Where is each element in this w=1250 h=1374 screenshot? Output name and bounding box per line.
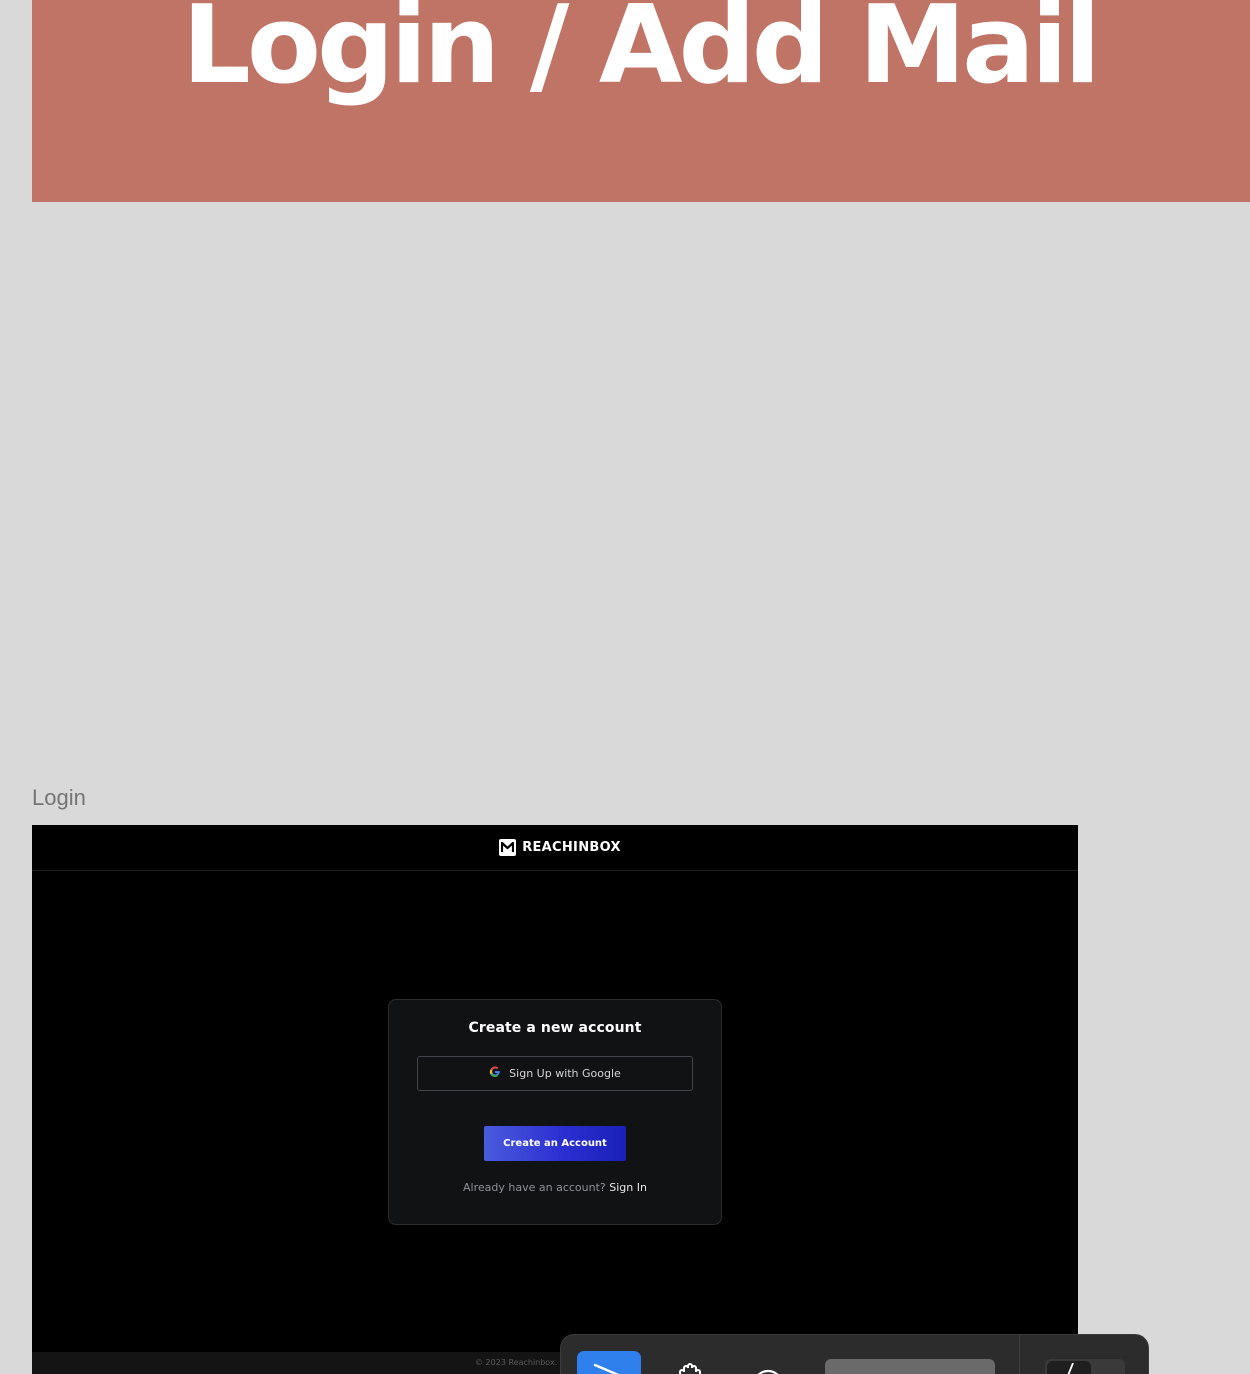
code-slash-icon bbox=[1063, 1362, 1075, 1374]
canvas-toolbar bbox=[560, 1334, 1149, 1374]
create-account-button[interactable]: Create an Account bbox=[484, 1126, 626, 1161]
hand-icon bbox=[675, 1363, 705, 1374]
signup-card: Create a new account Sign Up with Google… bbox=[388, 999, 722, 1225]
google-icon bbox=[489, 1065, 501, 1083]
signin-link[interactable]: Sign In bbox=[609, 1181, 647, 1194]
comment-tool-button[interactable] bbox=[751, 1365, 785, 1374]
actions-button[interactable] bbox=[825, 1359, 995, 1374]
section-banner: Login / Add Mail bbox=[32, 0, 1250, 202]
google-signup-label: Sign Up with Google bbox=[509, 1067, 621, 1080]
design-canvas: Login / Add Mail Login REACHINBOX Create… bbox=[0, 0, 1250, 1374]
footer-copyright: © 2023 Reachinbox. bbox=[475, 1358, 558, 1367]
signin-line: Already have an account? Sign In bbox=[389, 1181, 721, 1194]
hand-tool-button[interactable] bbox=[675, 1363, 705, 1374]
cursor-arrow-icon bbox=[592, 1363, 626, 1374]
comment-bubble-icon bbox=[751, 1365, 785, 1374]
brand-name: REACHINBOX bbox=[522, 840, 621, 855]
brand: REACHINBOX bbox=[499, 839, 621, 856]
move-tool-button[interactable] bbox=[577, 1351, 641, 1374]
toolbar-divider bbox=[1019, 1335, 1020, 1374]
reachinbox-logo-icon bbox=[499, 839, 517, 856]
app-header: REACHINBOX bbox=[32, 825, 1078, 871]
dev-mode-toggle[interactable] bbox=[1045, 1359, 1125, 1374]
card-title: Create a new account bbox=[468, 1020, 642, 1036]
login-frame[interactable]: REACHINBOX Create a new account Sign Up … bbox=[32, 825, 1078, 1374]
section-title: Login / Add Mail bbox=[182, 0, 1101, 108]
frame-label[interactable]: Login bbox=[32, 785, 86, 811]
signin-prompt: Already have an account? bbox=[463, 1181, 606, 1194]
google-signup-button[interactable]: Sign Up with Google bbox=[417, 1056, 693, 1091]
